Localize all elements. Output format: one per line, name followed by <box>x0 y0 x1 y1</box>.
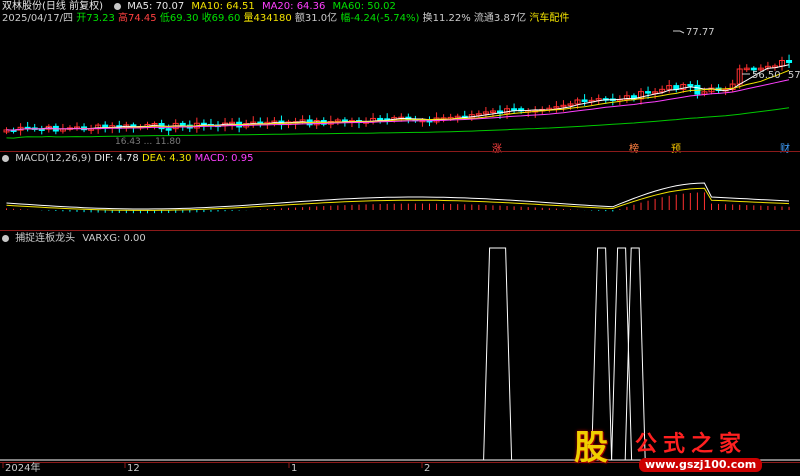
quote-turnover: 换11.22% <box>422 13 471 24</box>
event-mark-financial[interactable]: 财 <box>780 140 790 155</box>
candle-body <box>179 122 186 126</box>
indicator-legend: 捕捉连板龙头 VARXG: 0.00 <box>2 233 146 245</box>
logo-site-url: www.gszj100.com <box>639 458 763 472</box>
event-mark-ranking[interactable]: 榜 <box>629 140 639 155</box>
moving-average-line <box>6 107 790 139</box>
macd-dif-line <box>6 182 790 210</box>
ma10-label: MA10: 64.51 <box>191 1 255 12</box>
quote-high: 高74.45 <box>118 13 157 24</box>
stock-name: 双林股份(日线 前复权) <box>2 1 103 12</box>
x-axis-label-feb: 2 <box>424 463 431 474</box>
candle-body <box>581 99 588 102</box>
quote-sector: 汽车配件 <box>529 13 570 24</box>
candle-body <box>645 91 652 94</box>
candle-body <box>687 84 694 87</box>
settings-dot-icon[interactable] <box>2 155 9 162</box>
settings-dot-icon[interactable] <box>2 235 9 242</box>
ma-legend: MA5: 70.07 MA10: 64.51 MA20: 64.36 MA60:… <box>114 1 396 13</box>
candle-body <box>786 60 793 63</box>
ma60-label: MA60: 50.02 <box>332 1 396 12</box>
quote-volume: 量434180 <box>243 13 292 24</box>
macd-value: MACD: 0.95 <box>194 153 254 164</box>
macd-dea-line <box>6 187 790 211</box>
low-price-marker: 56.50 57.0 <box>752 70 800 82</box>
high-marker-leader <box>673 30 685 34</box>
quote-date: 2025/04/17/四 <box>2 13 74 24</box>
logo-emblem: 股 <box>574 428 608 468</box>
ma5-label: MA5: 70.07 <box>127 1 185 12</box>
x-axis-label-2024: 2024年 <box>5 463 41 474</box>
macd-indicator-separator <box>0 230 800 231</box>
candle-body <box>377 117 384 121</box>
left-price-marker: 16.43 ... 11.80 <box>115 137 181 147</box>
high-price-value: 77.77 <box>686 27 715 38</box>
signal-pulse <box>483 247 513 461</box>
indicator-title: 捕捉连板龙头 <box>15 233 76 244</box>
x-axis-label-jan: 1 <box>291 463 298 474</box>
macd-title: MACD(12,26,9) <box>15 153 92 164</box>
quote-open: 开73.23 <box>76 13 115 24</box>
candle-body <box>165 128 172 131</box>
macd-dif: DIF: 4.78 <box>94 153 139 164</box>
main-macd-separator <box>0 151 800 152</box>
quote-float: 流通3.87亿 <box>473 13 527 24</box>
quote-bar: 2025/04/17/四 开73.23 高74.45 低69.30 收69.60… <box>2 13 569 25</box>
high-price-marker: 77.77 <box>686 27 715 39</box>
quote-low: 低69.30 <box>159 13 199 24</box>
settings-dot-icon[interactable] <box>114 3 121 10</box>
right-cut-value: 57.0 <box>787 70 800 81</box>
quote-close: 收69.60 <box>201 13 241 24</box>
quote-change: 幅-4.24(-5.74%) <box>340 13 420 24</box>
x-axis-label-dec: 12 <box>127 463 140 474</box>
watermark-logo: 股 公式之家 www.gszj100.com <box>555 418 800 476</box>
quote-amount: 额31.0亿 <box>294 13 338 24</box>
candle-body <box>511 108 518 111</box>
event-mark-forecast[interactable]: 预 <box>671 140 681 155</box>
macd-dea: DEA: 4.30 <box>141 153 192 164</box>
indicator-value: VARXG: 0.00 <box>82 233 146 244</box>
ma20-label: MA20: 64.36 <box>261 1 326 12</box>
event-mark-limit-up[interactable]: 涨 <box>492 140 502 155</box>
low-price-value: 56.50 <box>752 70 781 81</box>
macd-legend: MACD(12,26,9) DIF: 4.78 DEA: 4.30 MACD: … <box>2 153 253 165</box>
logo-site-name: 公式之家 <box>635 432 748 457</box>
